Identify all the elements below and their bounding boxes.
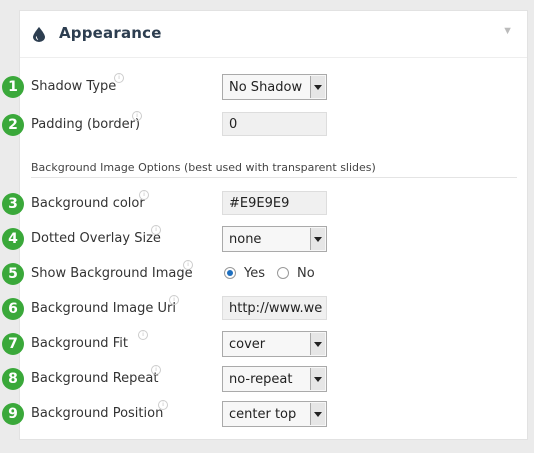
panel-title: Appearance <box>59 24 162 42</box>
info-icon[interactable]: i <box>139 190 149 200</box>
chevron-down-icon <box>310 76 325 98</box>
step-badge: 4 <box>2 228 24 250</box>
info-icon[interactable]: i <box>151 365 161 375</box>
info-icon[interactable]: i <box>169 295 179 305</box>
row-background-repeat: 8 Background Repeat i no-repeat <box>0 365 534 393</box>
background-color-input[interactable]: #E9E9E9 <box>222 191 327 215</box>
chevron-down-icon <box>310 368 325 390</box>
row-background-position: 9 Background Position i center top <box>0 400 534 428</box>
row-background-image-url: 6 Background Image Url i http://www.we <box>0 295 534 323</box>
radio-yes[interactable] <box>224 267 236 279</box>
field-label: Background Fit <box>31 336 128 351</box>
step-badge: 6 <box>2 298 24 320</box>
background-position-select[interactable]: center top <box>222 401 327 427</box>
row-show-background-image: 5 Show Background Image i Yes No <box>0 260 534 288</box>
field-label: Background Image Url <box>31 301 177 316</box>
dotted-overlay-select[interactable]: none <box>222 226 327 252</box>
field-label: Background color <box>31 196 145 211</box>
row-shadow-type: 1 Shadow Type i No Shadow <box>0 73 534 101</box>
step-badge: 2 <box>2 114 24 136</box>
field-label: Background Position <box>31 406 164 421</box>
radio-no[interactable] <box>277 267 289 279</box>
chevron-down-icon <box>310 228 325 250</box>
field-label: Shadow Type <box>31 79 117 94</box>
field-label: Padding (border) <box>31 117 141 132</box>
chevron-down-icon <box>310 403 325 425</box>
select-value: no-repeat <box>229 372 293 387</box>
step-badge: 9 <box>2 403 24 425</box>
step-badge: 8 <box>2 368 24 390</box>
step-badge: 5 <box>2 263 24 285</box>
background-repeat-select[interactable]: no-repeat <box>222 366 327 392</box>
triangle-down-icon[interactable]: ▼ <box>502 25 513 37</box>
select-value: No Shadow <box>229 80 303 95</box>
radio-yes-label[interactable]: Yes <box>244 266 265 281</box>
select-value: center top <box>229 407 297 422</box>
info-icon[interactable]: i <box>183 260 193 270</box>
row-background-fit: 7 Background Fit i cover <box>0 330 534 358</box>
field-label: Background Repeat <box>31 371 159 386</box>
info-icon[interactable]: i <box>138 330 148 340</box>
step-badge: 3 <box>2 193 24 215</box>
field-label: Dotted Overlay Size <box>31 231 161 246</box>
row-dotted-overlay: 4 Dotted Overlay Size i none <box>0 225 534 253</box>
select-value: none <box>229 232 262 247</box>
info-icon[interactable]: i <box>151 225 161 235</box>
info-icon[interactable]: i <box>132 111 142 121</box>
shadow-type-select[interactable]: No Shadow <box>222 74 327 100</box>
background-image-url-input[interactable]: http://www.we <box>222 296 327 320</box>
info-icon[interactable]: i <box>114 73 124 83</box>
row-padding: 2 Padding (border) i 0 <box>0 111 534 139</box>
section-title: Background Image Options (best used with… <box>31 161 376 174</box>
select-value: cover <box>229 337 266 352</box>
drop-icon <box>33 27 45 42</box>
radio-no-label[interactable]: No <box>297 266 315 281</box>
panel-header[interactable]: Appearance ▼ <box>20 11 527 58</box>
chevron-down-icon <box>310 333 325 355</box>
row-background-color: 3 Background color i #E9E9E9 <box>0 190 534 218</box>
background-fit-select[interactable]: cover <box>222 331 327 357</box>
step-badge: 7 <box>2 333 24 355</box>
info-icon[interactable]: i <box>158 400 168 410</box>
field-label: Show Background Image <box>31 266 193 281</box>
padding-input[interactable]: 0 <box>222 112 327 136</box>
step-badge: 1 <box>2 76 24 98</box>
section-divider <box>31 177 517 178</box>
